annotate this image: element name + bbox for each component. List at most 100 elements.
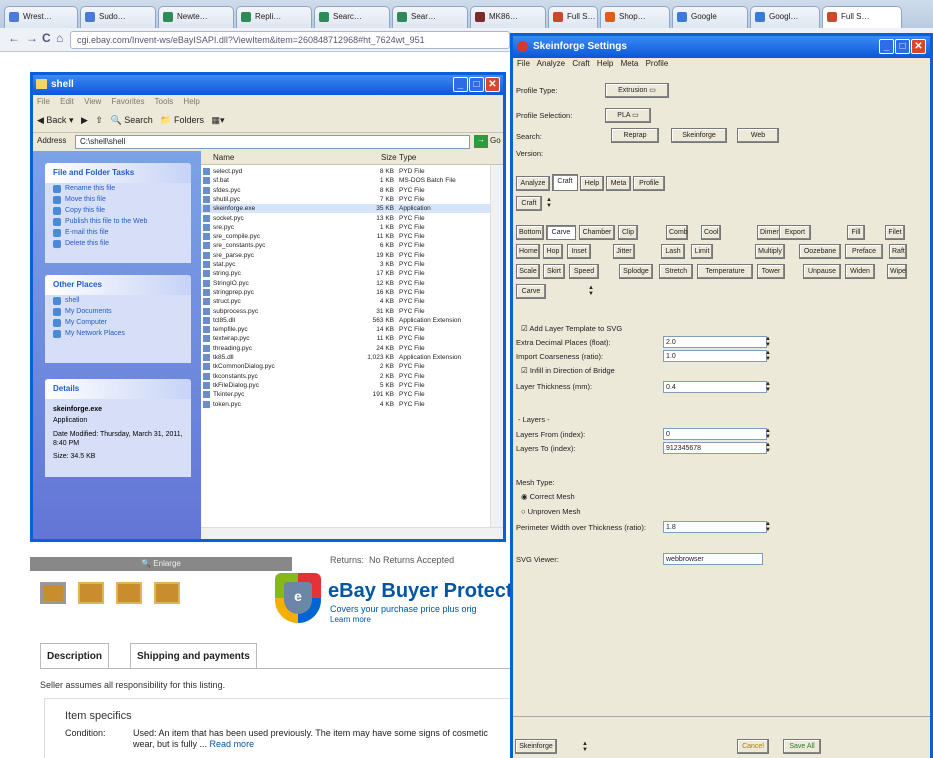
details-title[interactable]: Details [45, 379, 191, 399]
plugin-button-lash[interactable]: Lash [661, 244, 685, 259]
url-bar[interactable]: cgi.ebay.com/Invent-ws/eBayISAPI.dll?Vie… [70, 31, 510, 49]
plugin-button-bottom[interactable]: Bottom [516, 225, 544, 240]
gallery-thumbnail[interactable] [116, 582, 142, 604]
craft-spinner-icon[interactable]: ▲ ▼ [545, 197, 553, 209]
file-row[interactable]: tk85.dll 1,023 KB Application Extension [201, 353, 491, 362]
address-field[interactable]: C:\shell\shell [75, 135, 470, 149]
file-row[interactable]: threading.pyc 24 KB PYC File [201, 344, 491, 353]
plugin-button-splodge[interactable]: Splodge [619, 264, 653, 279]
file-row[interactable]: stat.pyc 3 KB PYC File [201, 260, 491, 269]
import-coarseness-spinner-icon[interactable]: ▲ ▼ [764, 350, 772, 362]
task-link[interactable]: shell [45, 295, 191, 306]
back-arrow-icon[interactable]: ← [8, 31, 20, 45]
browser-tab[interactable]: Sudo… [80, 6, 156, 28]
close-button[interactable]: ✕ [911, 39, 926, 54]
search-button[interactable]: 🔍 Search [110, 115, 152, 125]
search-web-button[interactable]: Web [737, 128, 779, 143]
tab-description[interactable]: Description [40, 643, 110, 669]
file-row[interactable]: subprocess.pyc 31 KB PYC File [201, 307, 491, 316]
craft-button[interactable]: Craft [516, 196, 542, 211]
plugin-button-cool[interactable]: Cool [701, 225, 721, 240]
browser-tab[interactable]: Google [672, 6, 748, 28]
maximize-button[interactable]: □ [895, 39, 910, 54]
save-all-button[interactable]: Save All [783, 739, 821, 754]
browser-tab[interactable]: MK86… [470, 6, 546, 28]
task-link[interactable]: Publish this file to the Web [45, 216, 191, 227]
plugin-button-stretch[interactable]: Stretch [659, 264, 693, 279]
plugin-button-chamber[interactable]: Chamber [579, 225, 615, 240]
plugin-button-preface[interactable]: Preface [845, 244, 883, 259]
tab-profile[interactable]: Profile [633, 176, 665, 191]
task-link[interactable]: My Network Places [45, 328, 191, 339]
task-link[interactable]: Move this file [45, 194, 191, 205]
browser-tab[interactable]: Sear… [392, 6, 468, 28]
go-label[interactable]: Go [490, 136, 501, 145]
profile-selection-menu[interactable]: PLA ▭ [605, 108, 651, 123]
import-coarseness-field[interactable]: 1.0 [663, 350, 767, 362]
cancel-button[interactable]: Cancel [737, 739, 769, 754]
plugin-button-inset[interactable]: Inset [567, 244, 591, 259]
plugin-button-comb[interactable]: Comb [666, 225, 688, 240]
plugin-button-hop[interactable]: Hop [543, 244, 563, 259]
plugin-button-filet[interactable]: Filet [885, 225, 905, 240]
gallery-thumbnail[interactable] [40, 582, 66, 604]
column-type[interactable]: Type [399, 153, 416, 162]
column-name[interactable]: Name [213, 153, 234, 162]
file-row[interactable]: tkCommonDialog.pyc 2 KB PYC File [201, 362, 491, 371]
plugin-button-speed[interactable]: Speed [569, 264, 599, 279]
browser-tab[interactable]: Repli… [236, 6, 312, 28]
tab-help[interactable]: Help [580, 176, 604, 191]
plugin-button-widen[interactable]: Widen [845, 264, 875, 279]
file-row[interactable]: skeinforge.exe 35 KB Application [201, 204, 491, 214]
file-row[interactable]: shutil.pyc 7 KB PYC File [201, 195, 491, 204]
plugin-button-oozebane[interactable]: Oozebane [799, 244, 841, 259]
skeinforge-menu-button[interactable]: Skeinforge [515, 739, 557, 754]
minimize-button[interactable]: _ [879, 39, 894, 54]
plugin-menu-button[interactable]: Carve [516, 284, 546, 299]
browser-tab[interactable]: Wrest… [4, 6, 78, 28]
back-button[interactable]: ◀ Back ▾ [37, 115, 73, 125]
plugin-button-fill[interactable]: Fill [847, 225, 865, 240]
layers-to-spinner-icon[interactable]: ▲ ▼ [764, 442, 772, 454]
file-row[interactable]: tkconstants.pyc 2 KB PYC File [201, 372, 491, 381]
layer-thickness-field[interactable]: 0.4 [663, 381, 767, 393]
file-row[interactable]: Tkinter.pyc 191 KB PYC File [201, 390, 491, 399]
svg-viewer-field[interactable]: webbrowser [663, 553, 763, 565]
browser-tab[interactable]: Searc… [314, 6, 390, 28]
file-row[interactable]: StringIO.pyc 12 KB PYC File [201, 279, 491, 288]
tab-analyze[interactable]: Analyze [516, 176, 550, 191]
task-link[interactable]: Rename this file [45, 183, 191, 194]
file-row[interactable]: textwrap.pyc 11 KB PYC File [201, 334, 491, 343]
file-row[interactable]: sre_compile.pyc 11 KB PYC File [201, 232, 491, 241]
file-row[interactable]: token.pyc 4 KB PYC File [201, 400, 491, 409]
plugin-button-limit[interactable]: Limit [691, 244, 713, 259]
forward-icon[interactable]: ▶ [81, 115, 88, 125]
gallery-thumbnail[interactable] [154, 582, 180, 604]
add-layer-template-checkbox[interactable]: ☑ Add Layer Template to SVG [521, 324, 622, 333]
plugin-button-skirt[interactable]: Skirt [543, 264, 565, 279]
layers-from-field[interactable]: 0 [663, 428, 767, 440]
plugin-button-temperature[interactable]: Temperature [697, 264, 753, 279]
task-link[interactable]: My Computer [45, 317, 191, 328]
file-row[interactable]: tkFileDialog.pyc 5 KB PYC File [201, 381, 491, 390]
plugin-button-scale[interactable]: Scale [516, 264, 540, 279]
layers-to-field[interactable]: 912345678 [663, 442, 767, 454]
enlarge-button[interactable]: 🔍 Enlarge [30, 557, 292, 571]
layers-from-spinner-icon[interactable]: ▲ ▼ [764, 428, 772, 440]
file-list-hscrollbar[interactable] [201, 527, 503, 539]
gallery-thumbnail[interactable] [78, 582, 104, 604]
browser-tab[interactable]: Shop… [600, 6, 670, 28]
plugin-button-tower[interactable]: Tower [757, 264, 785, 279]
profile-type-menu[interactable]: Extrusion ▭ [605, 83, 669, 98]
plugin-button-export[interactable]: Export [779, 225, 811, 240]
file-tasks-title[interactable]: File and Folder Tasks [45, 163, 191, 183]
folders-button[interactable]: 📁 Folders [160, 115, 204, 125]
task-link[interactable]: Copy this file [45, 205, 191, 216]
file-row[interactable]: struct.pyc 4 KB PYC File [201, 297, 491, 306]
unproven-mesh-radio[interactable]: ○ Unproven Mesh [521, 507, 581, 516]
browser-tab[interactable]: Newte… [158, 6, 234, 28]
extra-decimal-spinner-icon[interactable]: ▲ ▼ [764, 336, 772, 348]
tab-shipping-payments[interactable]: Shipping and payments [130, 643, 257, 669]
close-button[interactable]: ✕ [485, 77, 500, 92]
file-row[interactable]: sre.pyc 1 KB PYC File [201, 223, 491, 232]
